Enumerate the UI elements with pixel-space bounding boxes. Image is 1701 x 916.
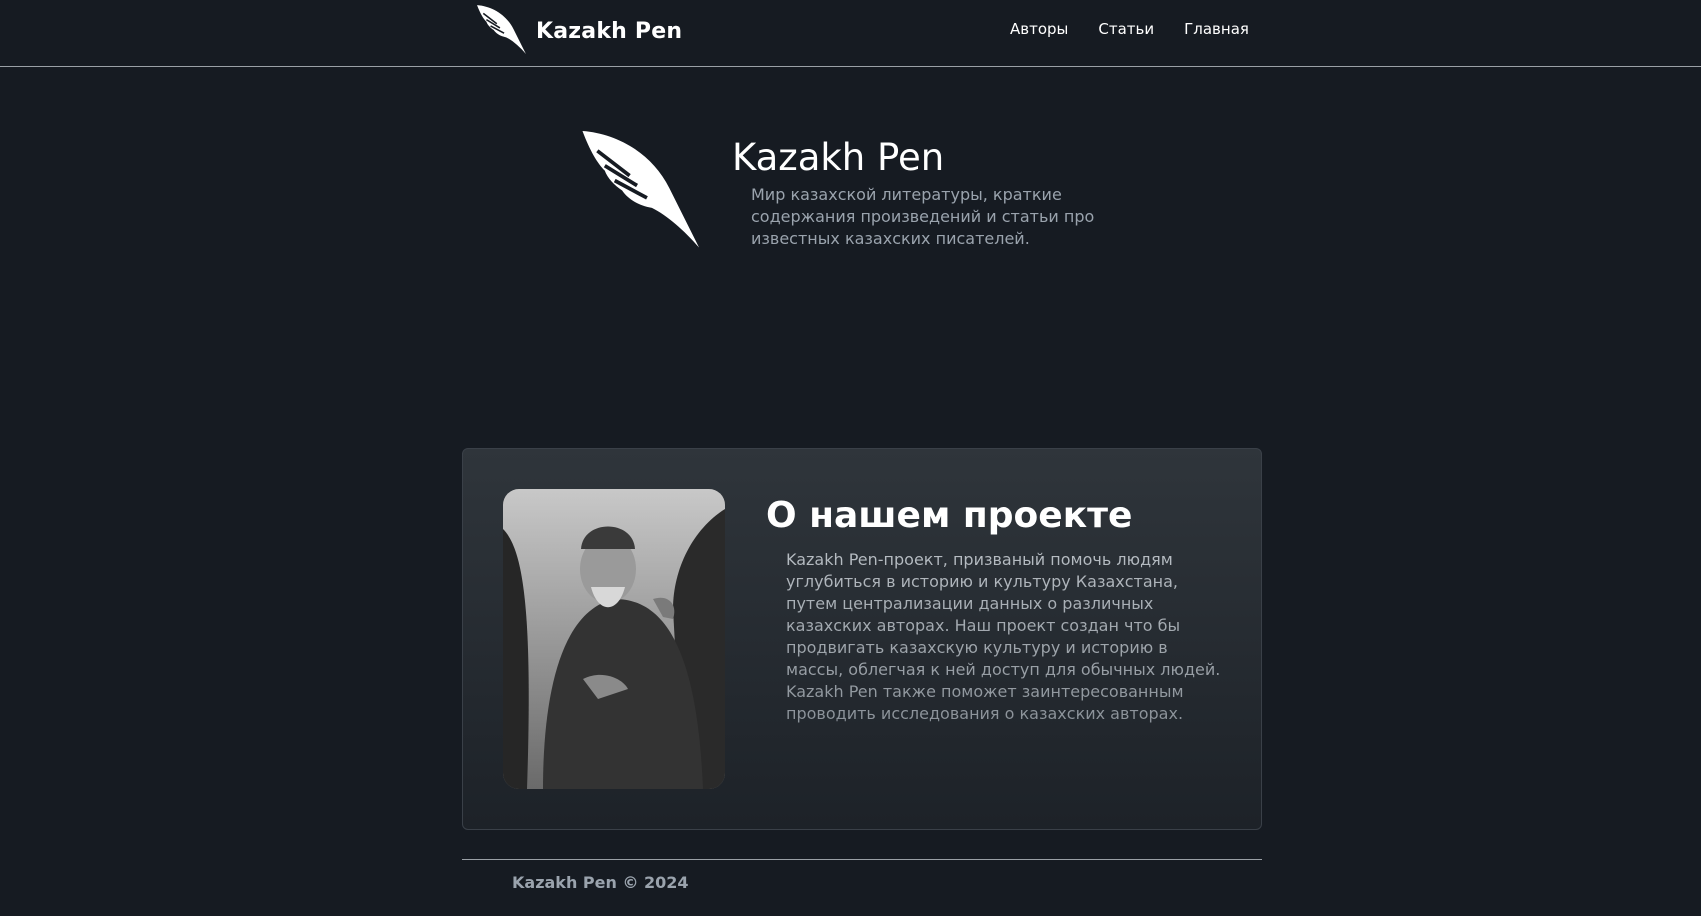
- nav-menu: Авторы Статьи Главная: [1010, 20, 1249, 38]
- hero-title: Kazakh Pen: [732, 136, 945, 179]
- feather-icon: [476, 3, 528, 59]
- brand-link[interactable]: Kazakh Pen: [476, 5, 682, 57]
- about-text: Kazakh Pen-проект, призваный помочь людя…: [786, 549, 1226, 725]
- footer-divider: [462, 859, 1262, 860]
- about-title: О нашем проекте: [766, 495, 1133, 536]
- about-card: О нашем проекте Kazakh Pen-проект, призв…: [462, 448, 1262, 830]
- hero-description: Мир казахской литературы, краткие содерж…: [751, 185, 1095, 248]
- brand-name: Kazakh Pen: [536, 18, 683, 44]
- nav-link-authors[interactable]: Авторы: [1010, 20, 1068, 38]
- feather-icon: [580, 126, 704, 250]
- footer-copyright: Kazakh Pen © 2024: [512, 873, 689, 892]
- nav-link-articles[interactable]: Статьи: [1098, 20, 1154, 38]
- nav-link-home[interactable]: Главная: [1184, 20, 1249, 38]
- navbar: Kazakh Pen Авторы Статьи Главная: [0, 0, 1701, 67]
- author-photo: [503, 489, 725, 789]
